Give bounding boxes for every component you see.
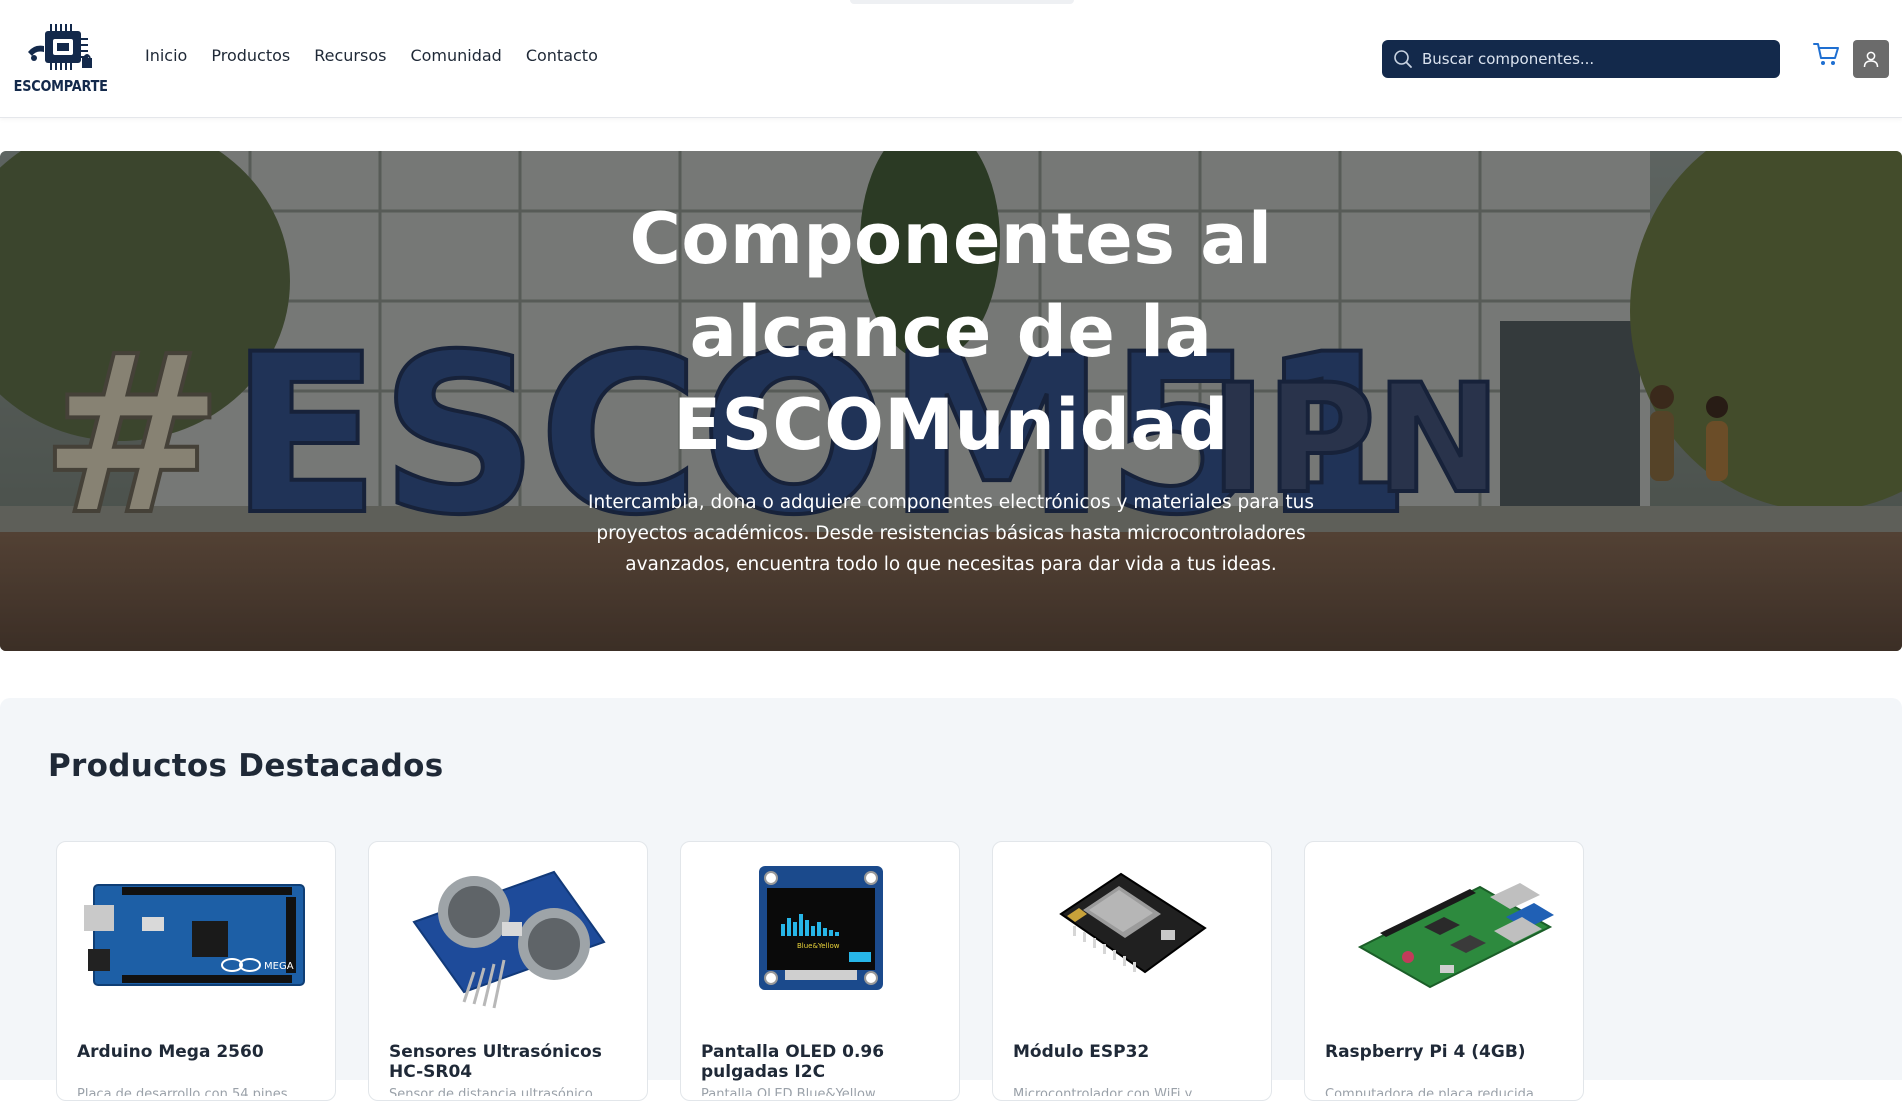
product-image — [1013, 852, 1253, 1012]
cart-icon[interactable] — [1812, 40, 1840, 68]
product-image — [389, 852, 629, 1012]
hero-description: Intercambia, dona o adquiere componentes… — [587, 492, 1314, 575]
nav-item-comunidad[interactable]: Comunidad — [410, 46, 501, 65]
product-name: Sensores Ultrasónicos HC-SR04 — [389, 1042, 602, 1082]
product-card[interactable]: MEGA Arduino Mega 2560 Placa de desarrol… — [56, 841, 336, 1101]
arduino-board-image: MEGA — [84, 884, 305, 986]
esp32-module-image — [1059, 872, 1207, 974]
product-name: Módulo ESP32 — [1013, 1042, 1150, 1062]
product-name: Pantalla OLED 0.96 pulgadas I2C — [701, 1042, 885, 1082]
product-image: Blue&Yellow — [701, 852, 941, 1012]
product-card[interactable]: Raspberry Pi 4 (4GB) Computadora de plac… — [1304, 841, 1584, 1101]
main-nav: Inicio Productos Recursos Comunidad Cont… — [145, 46, 622, 65]
nav-item-recursos[interactable]: Recursos — [314, 46, 386, 65]
svg-text:MEGA: MEGA — [264, 961, 294, 972]
product-grid: MEGA Arduino Mega 2560 Placa de desarrol… — [56, 841, 1584, 1101]
logo[interactable]: ESCOMPARTE — [14, 22, 108, 98]
product-name: Raspberry Pi 4 (4GB) — [1325, 1042, 1526, 1062]
logo-wordmark: ESCOMPARTE — [13, 77, 109, 95]
user-account-button[interactable] — [1853, 40, 1889, 78]
product-card[interactable]: Blue&Yellow Pantalla OLED 0.96 pulgadas … — [680, 841, 960, 1101]
raspberry-pi-image — [1357, 883, 1554, 989]
nav-item-contacto[interactable]: Contacto — [526, 46, 598, 65]
product-description: Computadora de placa reducida — [1325, 1087, 1534, 1096]
product-description: Sensor de distancia ultrasónico — [389, 1087, 593, 1096]
search-bar[interactable] — [1382, 40, 1780, 78]
chip-logo-icon — [28, 24, 92, 70]
oled-display-image: Blue&Yellow — [759, 866, 883, 990]
product-name: Arduino Mega 2560 — [77, 1042, 264, 1062]
nav-item-productos[interactable]: Productos — [211, 46, 290, 65]
product-description: Microcontrolador con WiFi y Bluetooth — [1013, 1087, 1193, 1096]
product-card[interactable]: Módulo ESP32 Microcontrolador con WiFi y… — [992, 841, 1272, 1101]
product-image — [1315, 852, 1575, 1012]
user-icon — [1863, 51, 1879, 68]
product-description: Placa de desarrollo con 54 pines — [77, 1087, 288, 1096]
site-header: ESCOMPARTE Inicio Productos Recursos Com… — [0, 0, 1902, 118]
hero-banner: # ESCOM51 IPN Componentes al alcance de … — [0, 151, 1902, 651]
svg-text:Blue&Yellow: Blue&Yellow — [797, 942, 840, 950]
section-title: Productos Destacados — [48, 748, 444, 784]
nav-item-inicio[interactable]: Inicio — [145, 46, 187, 65]
product-description: Pantalla OLED Blue&Yellow — [701, 1087, 876, 1096]
product-card[interactable]: Sensores Ultrasónicos HC-SR04 Sensor de … — [368, 841, 648, 1101]
ultrasonic-sensor-image — [412, 870, 606, 1009]
search-input[interactable] — [1422, 50, 1762, 68]
product-image: MEGA — [77, 852, 317, 1012]
search-icon — [1394, 50, 1412, 68]
featured-products-section: Productos Destacados MEGA Arduino Mega 2… — [0, 698, 1902, 1101]
hero-title: Componentes al alcance de la ESCOMunidad — [629, 198, 1273, 466]
top-tab-handle — [850, 0, 1074, 4]
